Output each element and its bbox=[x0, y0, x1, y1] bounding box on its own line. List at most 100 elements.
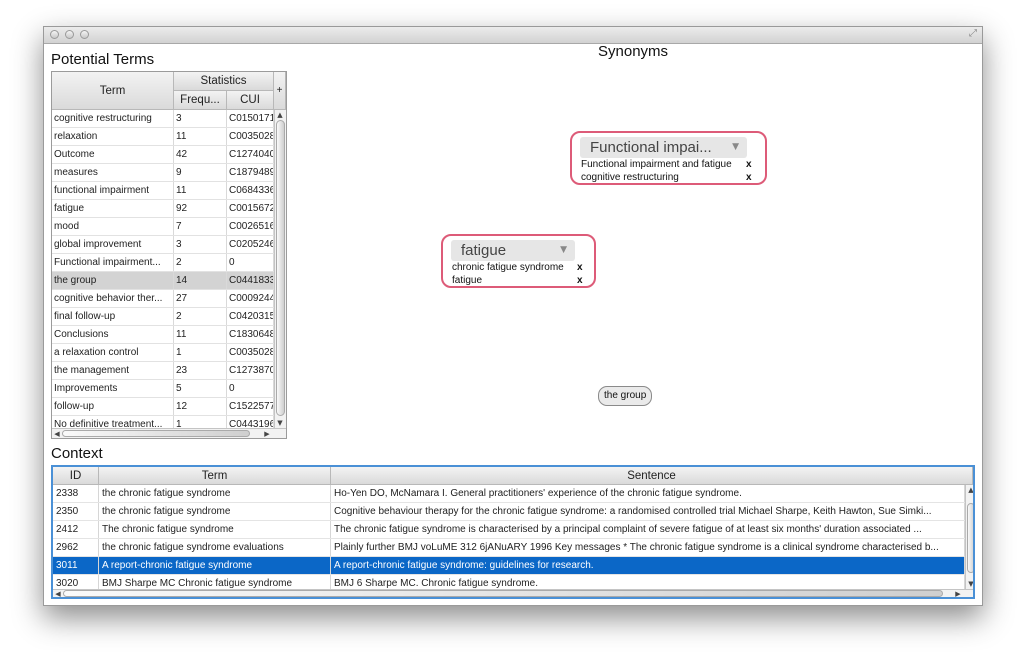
table-row[interactable]: Conclusions 11 C1830648 bbox=[52, 326, 274, 344]
scroll-right-icon[interactable]: ▶ bbox=[262, 430, 272, 438]
remove-synonym-button[interactable]: x bbox=[746, 159, 752, 170]
cell-cui: C0009244 bbox=[227, 290, 274, 307]
table-row[interactable]: cognitive behavior ther... 27 C0009244 bbox=[52, 290, 274, 308]
cell-id: 2350 bbox=[53, 503, 99, 520]
cell-freq: 23 bbox=[174, 362, 227, 379]
scroll-thumb[interactable] bbox=[276, 120, 285, 416]
table-row[interactable]: fatigue 92 C0015672 bbox=[52, 200, 274, 218]
cell-term: global improvement bbox=[52, 236, 174, 253]
cell-freq: 92 bbox=[174, 200, 227, 217]
table-row[interactable]: measures 9 C1879489 bbox=[52, 164, 274, 182]
table-row[interactable]: 2350 the chronic fatigue syndrome Cognitiv… bbox=[53, 503, 965, 521]
scroll-thumb[interactable] bbox=[63, 590, 943, 597]
table-row[interactable]: the management 23 C1273870 bbox=[52, 362, 274, 380]
cell-sentence: Ho-Yen DO, McNamara I. General practitio… bbox=[331, 485, 965, 502]
synonym-cluster[interactable]: fatigue ▼ chronic fatigue syndrome x fat… bbox=[441, 234, 596, 288]
column-header-sentence[interactable]: Sentence bbox=[331, 467, 973, 485]
scroll-down-icon[interactable]: ▼ bbox=[275, 419, 285, 427]
cluster-label-dropdown[interactable]: Functional impai... ▼ bbox=[580, 137, 747, 158]
cell-term: the management bbox=[52, 362, 174, 379]
context-table[interactable]: ID Term Sentence 2338 the chronic fatigue… bbox=[51, 465, 975, 599]
cell-cui: C1274040 bbox=[227, 146, 274, 163]
column-header-term[interactable]: Term bbox=[52, 72, 174, 110]
table-row[interactable]: follow-up 12 C1522577 bbox=[52, 398, 274, 416]
cell-freq: 11 bbox=[174, 182, 227, 199]
table-row[interactable]: relaxation 11 C0035028 bbox=[52, 128, 274, 146]
cluster-label: fatigue bbox=[461, 242, 507, 259]
table-row[interactable]: mood 7 C0026516 bbox=[52, 218, 274, 236]
scroll-up-icon[interactable]: ▲ bbox=[966, 486, 973, 494]
column-header-cui[interactable]: CUI bbox=[227, 91, 274, 110]
scroll-thumb[interactable] bbox=[62, 430, 250, 437]
table-row[interactable]: Outcome 42 C1274040 bbox=[52, 146, 274, 164]
minimize-icon[interactable] bbox=[65, 30, 74, 39]
table-row[interactable]: 2338 the chronic fatigue syndrome Ho-Yen D… bbox=[53, 485, 965, 503]
cell-freq: 27 bbox=[174, 290, 227, 307]
scroll-right-icon[interactable]: ▶ bbox=[953, 590, 963, 597]
close-icon[interactable] bbox=[50, 30, 59, 39]
cell-term: the group bbox=[52, 272, 174, 289]
cell-id: 2412 bbox=[53, 521, 99, 538]
potential-terms-title: Potential Terms bbox=[51, 51, 155, 68]
table-row[interactable]: 2962 the chronic fatigue syndrome evaluat… bbox=[53, 539, 965, 557]
cluster-label: Functional impai... bbox=[590, 139, 712, 156]
synonym-cluster[interactable]: Functional impai... ▼ Functional impairm… bbox=[570, 131, 767, 185]
terms-vertical-scrollbar[interactable]: ▲ ▼ bbox=[274, 110, 286, 428]
app-window: ⤢ Potential Terms Synonyms Term Statisti… bbox=[43, 26, 983, 606]
cell-cui: C0026516 bbox=[227, 218, 274, 235]
chevron-down-icon[interactable]: ▼ bbox=[732, 137, 739, 158]
table-row[interactable]: Improvements 5 0 bbox=[52, 380, 274, 398]
scroll-thumb[interactable] bbox=[967, 503, 973, 573]
scroll-left-icon[interactable]: ◀ bbox=[53, 590, 63, 597]
cell-cui: C1273870 bbox=[227, 362, 274, 379]
table-row[interactable]: cognitive restructuring 3 C0150171 bbox=[52, 110, 274, 128]
fullscreen-icon[interactable]: ⤢ bbox=[969, 28, 977, 39]
remove-synonym-button[interactable]: x bbox=[577, 275, 583, 286]
cell-freq: 42 bbox=[174, 146, 227, 163]
table-row[interactable]: a relaxation control 1 C0035028 bbox=[52, 344, 274, 362]
cell-freq: 7 bbox=[174, 218, 227, 235]
cell-freq: 11 bbox=[174, 326, 227, 343]
scroll-down-icon[interactable]: ▼ bbox=[966, 580, 973, 588]
remove-synonym-button[interactable]: x bbox=[746, 172, 752, 183]
table-row[interactable]: final follow-up 2 C0420315 bbox=[52, 308, 274, 326]
context-horizontal-scrollbar[interactable]: ◀ ▶ bbox=[53, 589, 973, 597]
table-row[interactable]: 3011 A report-chronic fatigue syndrome A r… bbox=[53, 557, 965, 575]
column-header-id[interactable]: ID bbox=[53, 467, 99, 485]
context-vertical-scrollbar[interactable]: ▲ ▼ bbox=[965, 485, 973, 589]
table-row[interactable]: the group 14 C0441833 bbox=[52, 272, 274, 290]
cell-term: fatigue bbox=[52, 200, 174, 217]
cell-sentence: A report-chronic fatigue syndrome: guide… bbox=[331, 557, 965, 574]
table-row[interactable]: global improvement 3 C0205246 bbox=[52, 236, 274, 254]
potential-terms-table[interactable]: Term Statistics Frequ... CUI + cognitive… bbox=[51, 71, 287, 439]
table-row[interactable]: 2412 The chronic fatigue syndrome The chro… bbox=[53, 521, 965, 539]
cluster-label-dropdown[interactable]: fatigue ▼ bbox=[451, 240, 575, 261]
cell-cui: C0035028 bbox=[227, 344, 274, 361]
cell-freq: 5 bbox=[174, 380, 227, 397]
column-header-frequency[interactable]: Frequ... bbox=[174, 91, 227, 110]
cell-sentence: The chronic fatigue syndrome is characte… bbox=[331, 521, 965, 538]
title-bar: ⤢ bbox=[44, 27, 982, 44]
table-row[interactable]: Functional impairment... 2 0 bbox=[52, 254, 274, 272]
column-control-button[interactable]: + bbox=[274, 72, 286, 110]
cell-cui: C0015672 bbox=[227, 200, 274, 217]
cell-sentence: Plainly further BMJ voLuME 312 6jANuARY … bbox=[331, 539, 965, 556]
column-header-term[interactable]: Term bbox=[99, 467, 331, 485]
scroll-left-icon[interactable]: ◀ bbox=[52, 430, 62, 438]
synonyms-title: Synonyms bbox=[598, 43, 669, 60]
cell-term: follow-up bbox=[52, 398, 174, 415]
single-term-node[interactable]: the group bbox=[598, 386, 653, 406]
cell-term: Functional impairment... bbox=[52, 254, 174, 271]
chevron-down-icon[interactable]: ▼ bbox=[560, 240, 567, 261]
zoom-icon[interactable] bbox=[80, 30, 89, 39]
remove-synonym-button[interactable]: x bbox=[577, 262, 583, 273]
cell-cui: C0150171 bbox=[227, 110, 274, 127]
table-row[interactable]: functional impairment 11 C0684336 bbox=[52, 182, 274, 200]
cell-term: Conclusions bbox=[52, 326, 174, 343]
scroll-up-icon[interactable]: ▲ bbox=[275, 111, 285, 119]
cell-cui: 0 bbox=[227, 380, 274, 397]
cell-term: final follow-up bbox=[52, 308, 174, 325]
cell-term: A report-chronic fatigue syndrome bbox=[99, 557, 331, 574]
terms-horizontal-scrollbar[interactable]: ◀ ▶ bbox=[52, 428, 286, 438]
cell-cui: C1879489 bbox=[227, 164, 274, 181]
